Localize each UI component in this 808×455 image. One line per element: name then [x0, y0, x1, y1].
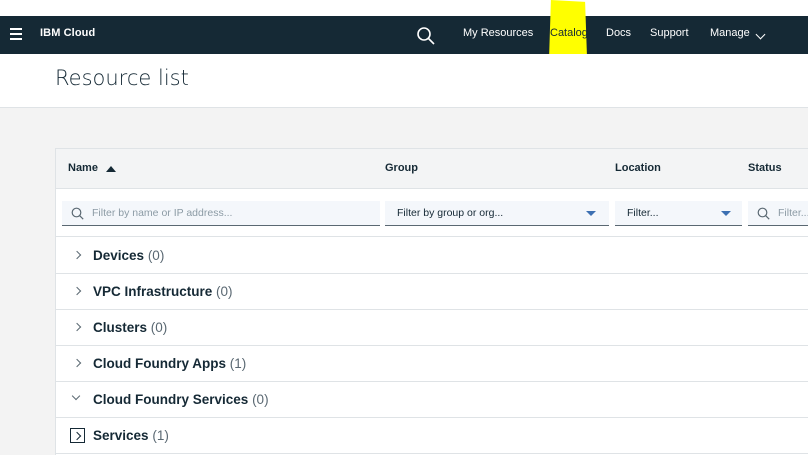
brand-name[interactable]: IBM Cloud — [40, 27, 95, 39]
row-count: (0) — [147, 248, 165, 263]
filter-row: Filter by name or IP address... Filter b… — [56, 190, 808, 237]
row-label: Devices — [93, 248, 145, 263]
chevron-down-icon[interactable] — [71, 391, 81, 401]
row-count: (0) — [216, 284, 233, 299]
name-filter-input[interactable]: Filter by name or IP address... — [62, 201, 380, 226]
row-label: Cloud Foundry Services — [93, 392, 249, 407]
table-row-cloud-foundry-services[interactable]: Cloud Foundry Services (0) — [56, 382, 808, 418]
column-header-name[interactable]: Name — [68, 162, 98, 174]
top-strip — [0, 0, 808, 16]
table-header: Name Group Location Status — [56, 149, 808, 189]
nav-support[interactable]: Support — [650, 27, 689, 39]
search-icon — [71, 207, 84, 220]
nav-my-resources[interactable]: My Resources — [463, 27, 533, 39]
chevron-right-icon[interactable] — [72, 250, 82, 260]
chevron-right-icon[interactable] — [72, 322, 82, 332]
status-filter-placeholder: Filter... — [778, 207, 808, 219]
name-filter-placeholder: Filter by name or IP address... — [92, 207, 233, 219]
table-row-vpc-infrastructure[interactable]: VPC Infrastructure (0) — [56, 274, 808, 310]
location-filter-select[interactable]: Filter... — [615, 201, 742, 226]
nav-manage[interactable]: Manage — [710, 27, 750, 39]
row-count: (0) — [252, 392, 269, 407]
nav-catalog[interactable]: Catalog — [550, 27, 588, 39]
column-header-location[interactable]: Location — [615, 162, 661, 174]
chevron-down-icon[interactable] — [755, 29, 766, 40]
table-row-services[interactable]: Services (1) — [56, 418, 808, 454]
row-count: (1) — [152, 428, 169, 443]
page-header: Resource list — [0, 54, 808, 108]
row-count: (0) — [150, 320, 168, 335]
search-icon — [417, 27, 435, 45]
menu-icon[interactable] — [10, 28, 22, 40]
group-filter-select[interactable]: Filter by group or org... — [385, 201, 609, 226]
column-header-status[interactable]: Status — [748, 162, 782, 174]
row-label: Cloud Foundry Apps — [93, 356, 226, 371]
row-label: Clusters — [93, 320, 148, 335]
table-row-devices[interactable]: Devices (0) — [56, 238, 808, 274]
chevron-right-icon[interactable] — [70, 428, 85, 443]
nav-docs[interactable]: Docs — [606, 27, 631, 39]
group-filter-value: Filter by group or org... — [397, 207, 504, 219]
row-label: Services — [93, 428, 149, 443]
caret-down-icon — [586, 211, 596, 216]
caret-down-icon — [721, 211, 731, 216]
table-row-cloud-foundry-apps[interactable]: Cloud Foundry Apps (1) — [56, 346, 808, 382]
table-row-clusters[interactable]: Clusters (0) — [56, 310, 808, 346]
row-label: VPC Infrastructure — [93, 284, 213, 299]
search-icon — [757, 207, 770, 220]
location-filter-value: Filter... — [627, 207, 659, 219]
row-count: (1) — [229, 356, 247, 371]
resource-table: Name Group Location Status Filter by nam… — [55, 148, 808, 455]
chevron-right-icon[interactable] — [72, 286, 82, 296]
chevron-right-icon[interactable] — [72, 358, 82, 368]
status-filter-input[interactable]: Filter... — [748, 201, 808, 226]
page-title: Resource list — [55, 66, 189, 90]
sort-ascending-icon[interactable] — [106, 166, 116, 172]
column-header-group[interactable]: Group — [385, 162, 418, 174]
